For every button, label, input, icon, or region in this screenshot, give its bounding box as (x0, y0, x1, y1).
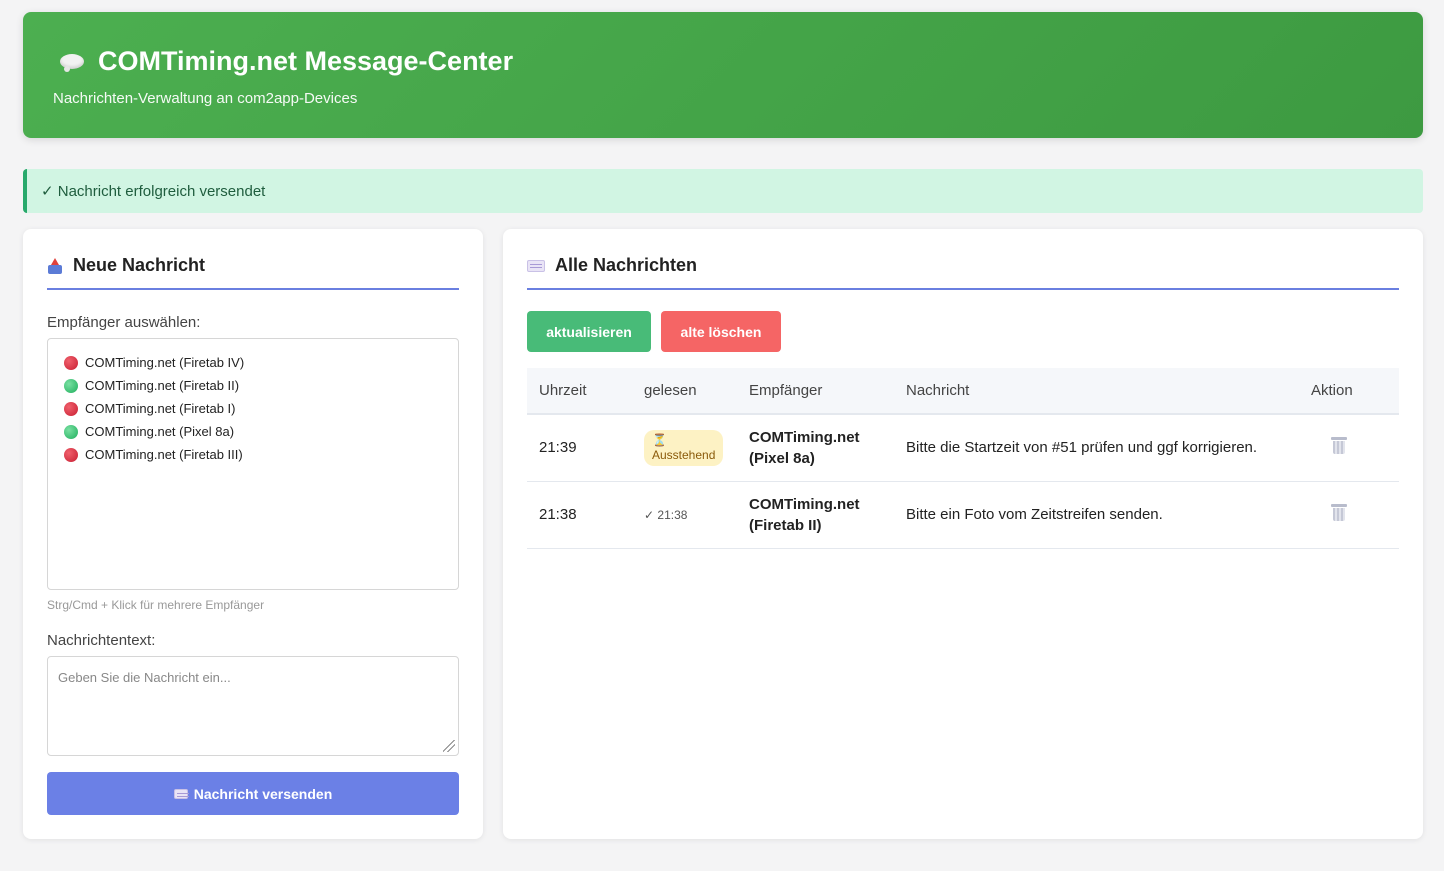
compose-heading-text: Neue Nachricht (73, 255, 206, 275)
multi-select-hint: Strg/Cmd + Klick für mehrere Empfänger (47, 598, 265, 612)
read-status-cell: ⏳ Ausstehend (632, 414, 737, 481)
messages-heading-text: Alle Nachrichten (555, 255, 698, 275)
recipient-name: COMTiming.net (749, 495, 860, 513)
message-text-label: Nachrichtentext: (47, 632, 156, 649)
pending-badge: ⏳ Ausstehend (644, 429, 724, 466)
action-cell (1299, 414, 1399, 481)
recipient-option[interactable]: COMTiming.net (Firetab I) (64, 397, 442, 420)
refresh-button[interactable]: aktualisieren (527, 311, 651, 352)
recipient-label: COMTiming.net (Firetab IV) (85, 355, 245, 370)
recipient-cell: COMTiming.net (Firetab II) (737, 481, 894, 548)
app-title: COMTiming.net Message-Center (98, 46, 514, 76)
status-online-icon (64, 424, 78, 439)
recipient-label: COMTiming.net (Firetab III) (85, 447, 243, 462)
column-header-action: Aktion (1299, 368, 1399, 415)
pending-badge-text: Ausstehend (652, 447, 716, 462)
app-title-row: COMTiming.net Message-Center (58, 46, 513, 77)
message-text: Bitte ein Foto vom Zeitstreifen senden. (906, 506, 1163, 523)
message-time: 21:38 (539, 506, 577, 523)
recipient-label: COMTiming.net (Firetab I) (85, 401, 236, 416)
trash-icon[interactable] (1331, 504, 1347, 521)
messages-table: Uhrzeit gelesen Empfänger Nachricht Akti… (527, 368, 1399, 549)
action-cell (1299, 481, 1399, 548)
column-header-time: Uhrzeit (527, 368, 632, 415)
mail-icon (527, 259, 545, 272)
recipients-select[interactable]: COMTiming.net (Firetab IV) COMTiming.net… (47, 338, 459, 590)
app-header: COMTiming.net Message-Center Nachrichten… (23, 12, 1423, 138)
column-header-read: gelesen (632, 368, 737, 415)
outbox-icon (47, 257, 63, 274)
column-header-recipient: Empfänger (737, 368, 894, 415)
messages-heading: Alle Nachrichten (527, 255, 1399, 290)
status-offline-icon (64, 401, 78, 416)
table-header-row: Uhrzeit gelesen Empfänger Nachricht Akti… (527, 368, 1399, 415)
recipient-label: COMTiming.net (Firetab II) (85, 378, 240, 393)
column-header-message: Nachricht (894, 368, 1299, 415)
trash-icon[interactable] (1331, 437, 1347, 455)
recipient-label: COMTiming.net (Pixel 8a) (85, 424, 235, 439)
app-subtitle: Nachrichten-Verwaltung an com2app-Device… (53, 90, 358, 107)
read-timestamp: ✓ 21:38 (644, 508, 688, 522)
send-button-label: Nachricht versenden (193, 785, 333, 802)
hourglass-icon: ⏳ (652, 432, 667, 447)
status-online-icon (64, 378, 78, 393)
speech-bubble-icon (58, 52, 86, 72)
table-row: 21:38 ✓ 21:38 COMTiming.net (Firetab II)… (527, 481, 1399, 548)
message-text: Bitte die Startzeit von #51 prüfen und g… (906, 439, 1258, 457)
message-textarea[interactable]: Geben Sie die Nachricht ein... (47, 656, 459, 756)
recipient-name: COMTiming.net (749, 428, 860, 446)
recipient-device: (Pixel 8a) (749, 449, 815, 467)
read-status-cell: ✓ 21:38 (632, 481, 737, 548)
recipient-device: (Firetab II) (749, 516, 822, 534)
recipient-cell: COMTiming.net (Pixel 8a) (737, 414, 894, 481)
recipient-option[interactable]: COMTiming.net (Firetab II) (64, 374, 442, 397)
status-offline-icon (64, 447, 78, 462)
delete-old-button[interactable]: alte löschen (661, 311, 781, 352)
message-time: 21:39 (539, 439, 577, 457)
recipient-option[interactable]: COMTiming.net (Firetab IV) (64, 351, 442, 374)
resize-handle-icon[interactable] (443, 740, 455, 752)
messages-panel: Alle Nachrichten aktualisieren alte lösc… (503, 229, 1423, 839)
compose-heading: Neue Nachricht (47, 255, 459, 290)
recipient-option[interactable]: COMTiming.net (Firetab III) (64, 443, 442, 466)
mail-icon (173, 788, 189, 799)
table-row: 21:39 ⏳ Ausstehend COMTiming.net (Pixel … (527, 414, 1399, 481)
compose-panel: Neue Nachricht Empfänger auswählen: COMT… (23, 229, 483, 839)
success-alert: ✓ Nachricht erfolgreich versendet (23, 169, 1423, 213)
status-offline-icon (64, 355, 78, 370)
message-placeholder: Geben Sie die Nachricht ein... (58, 670, 231, 685)
send-message-button[interactable]: Nachricht versenden (47, 772, 459, 815)
recipient-option[interactable]: COMTiming.net (Pixel 8a) (64, 420, 442, 443)
recipients-label: Empfänger auswählen: (47, 314, 201, 331)
